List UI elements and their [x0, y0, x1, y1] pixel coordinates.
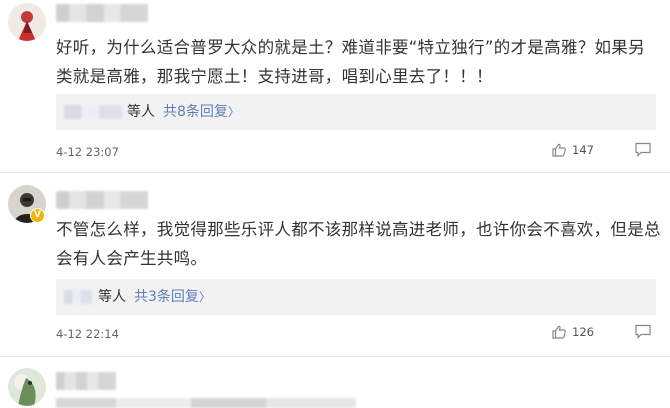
username-blurred[interactable] [56, 191, 148, 209]
reply-summary[interactable]: 等人 共3条回复〉 [56, 279, 656, 315]
comment-bubble-icon[interactable] [634, 323, 652, 339]
thumbs-up-icon [552, 143, 566, 157]
comment-text: 好听，为什么适合普罗大众的就是土？难道非要“特立独行”的才是高雅？如果另类就是高… [56, 38, 645, 86]
timestamp: 4-12 23:07 [56, 145, 119, 159]
comment-meta: 4-12 22:14 126 [56, 324, 656, 341]
comment-meta: 4-12 23:07 147 [56, 142, 656, 159]
avatar[interactable] [8, 368, 46, 406]
like-button[interactable]: 147 [551, 142, 594, 158]
timestamp: 4-12 22:14 [56, 327, 119, 341]
view-replies-link[interactable]: 共8条回复〉 [163, 94, 240, 130]
thumbs-up-icon [552, 325, 566, 339]
reply-suffix: 等人 [98, 289, 126, 305]
replier-names-blurred [64, 105, 122, 119]
like-button[interactable]: 126 [551, 324, 594, 340]
comment-text: 不管怎么样，我觉得那些乐评人都不该那样说高进老师，也许你会不喜欢，但是总会有人会… [56, 220, 661, 268]
username-blurred[interactable] [56, 4, 148, 22]
username-blurred[interactable] [56, 372, 116, 390]
chevron-right-icon: 〉 [198, 290, 211, 304]
like-count: 126 [572, 325, 594, 339]
view-replies-link[interactable]: 共3条回复〉 [134, 279, 211, 315]
comment-bubble-icon[interactable] [634, 141, 652, 157]
avatar[interactable] [8, 3, 46, 41]
comment-text-blurred [56, 398, 356, 408]
reply-suffix: 等人 [127, 104, 155, 120]
divider [0, 172, 670, 173]
chevron-right-icon: 〉 [227, 105, 240, 119]
divider [0, 356, 670, 357]
verified-badge: V [30, 208, 45, 223]
like-count: 147 [572, 143, 594, 157]
replier-names-blurred [64, 290, 92, 304]
reply-summary[interactable]: 等人 共8条回复〉 [56, 94, 656, 130]
